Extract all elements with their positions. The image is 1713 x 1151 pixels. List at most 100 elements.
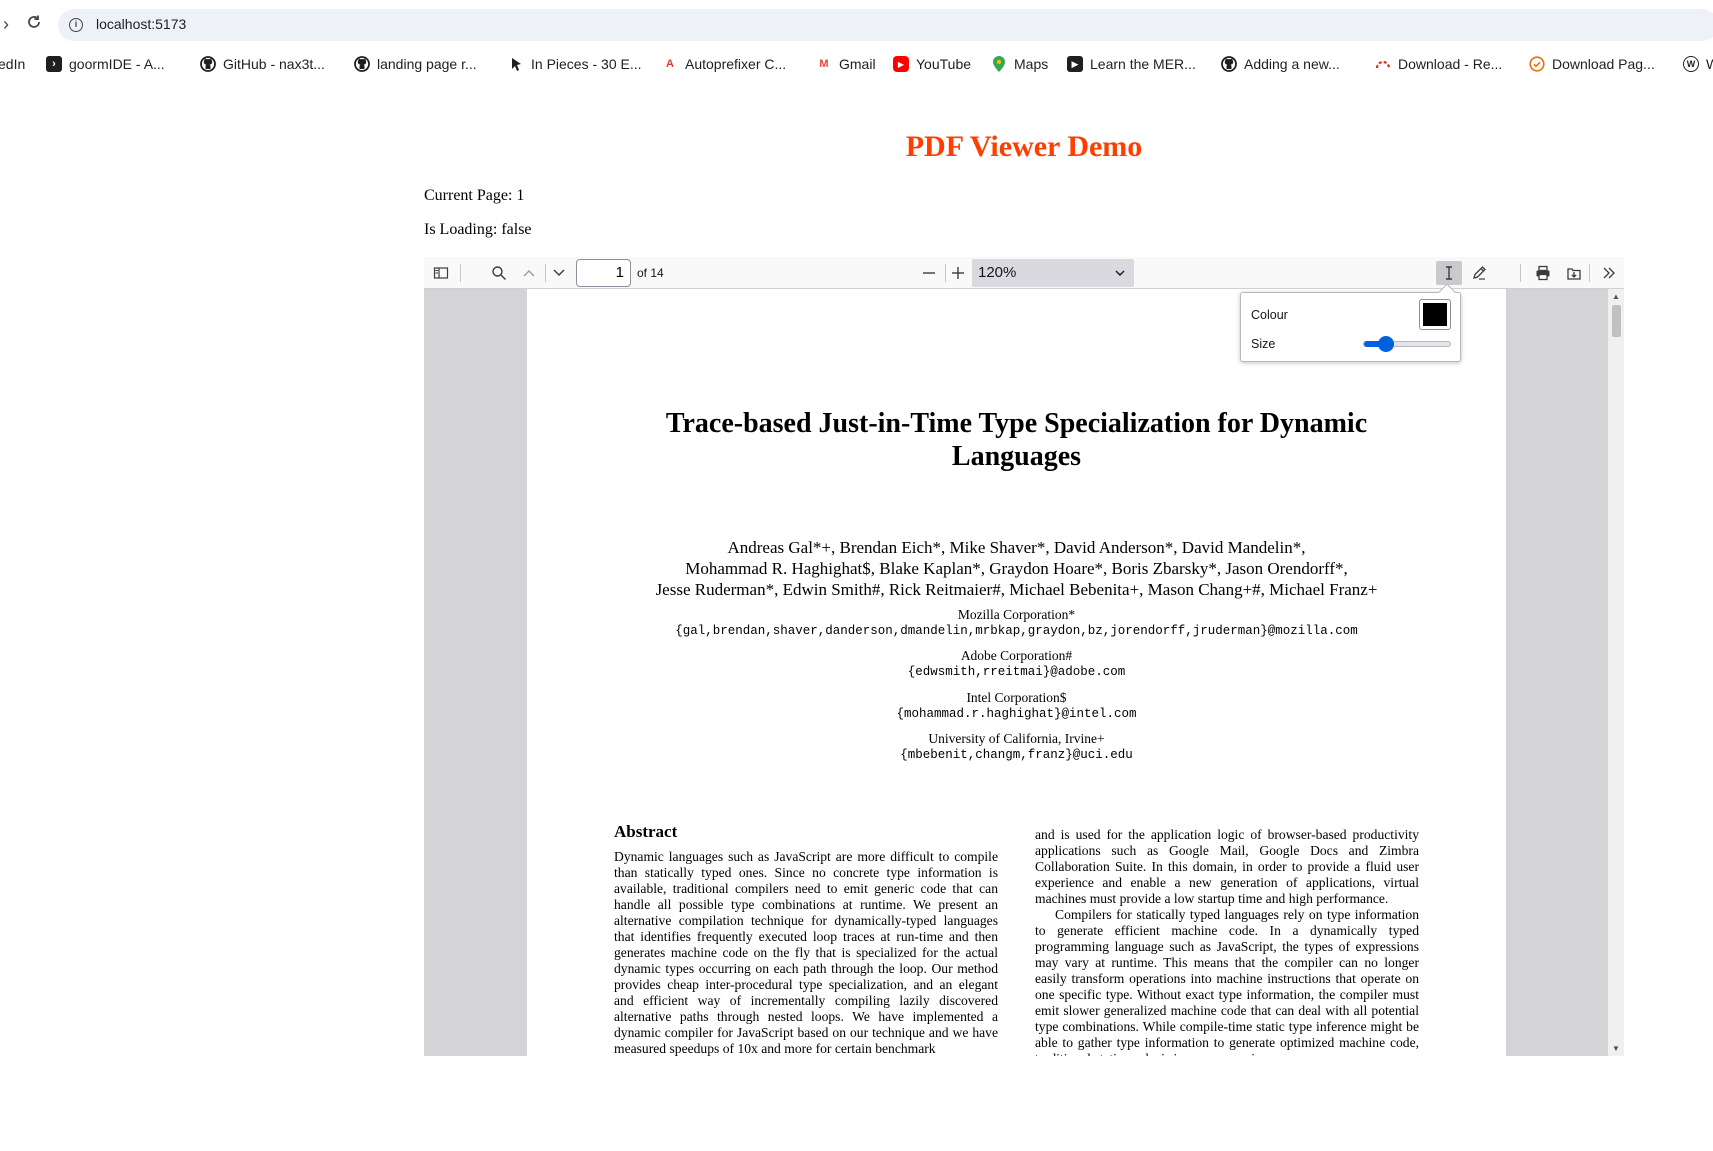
github-icon [200,56,216,72]
zoom-out-icon[interactable] [916,261,942,285]
youtube-icon: ▶ [893,56,909,72]
zoom-in-icon[interactable] [945,261,971,285]
forward-arrow-icon[interactable]: › [0,12,18,36]
page-number-input[interactable]: 1 [576,259,631,287]
arrow-cursor-icon [508,56,524,72]
gmail-icon: M [819,58,829,70]
colour-swatch [1423,303,1447,326]
bookmark-label: Download - Re... [1398,56,1503,72]
bookmark-label: YouTube [916,56,972,72]
colour-picker[interactable] [1419,299,1451,330]
github-icon [354,56,370,72]
bookmark-item[interactable]: Download Pag... [1529,54,1655,74]
authors-line: Jesse Ruderman*, Edwin Smith#, Rick Reit… [655,580,1378,599]
bookmark-item[interactable]: ▶ YouTube [893,54,971,74]
bookmark-item[interactable]: W W [1683,54,1713,74]
affiliation-block: Intel Corporation$ {mohammad.r.haghighat… [527,689,1506,723]
bookmark-item[interactable]: edIn [0,54,25,74]
affiliation-block: Mozilla Corporation* {gal,brendan,shaver… [527,606,1506,640]
bookmark-item[interactable]: Download - Re... [1375,54,1502,74]
editor-options-popup: Colour Size [1240,283,1461,362]
zoom-value: 120% [978,264,1017,281]
size-label: Size [1251,337,1276,351]
terminal-icon: › [46,56,62,72]
previous-page-icon[interactable] [516,261,542,285]
paper-title-line: Trace-based Just-in-Time Type Specializa… [665,408,1368,439]
bookmark-label: Gmail [839,56,876,72]
affiliation-email: {mohammad.r.haghighat}@intel.com [896,707,1137,721]
bookmark-item[interactable]: GitHub - nax3t... [200,54,325,74]
bookmark-label: goormIDE - A... [69,56,165,72]
bookmark-item[interactable]: In Pieces - 30 E... [508,54,642,74]
pdf-page: Trace-based Just-in-Time Type Specializa… [527,289,1506,1056]
toolbar-divider [1589,264,1590,282]
github-icon [1221,56,1237,72]
bookmark-item[interactable]: Maps [991,54,1048,74]
intro-paragraph: and is used for the application logic of… [1035,827,1419,906]
scroll-down-arrow-icon[interactable]: ▼ [1612,1044,1620,1053]
affiliation-email: {gal,brendan,shaver,danderson,dmandelin,… [675,624,1358,638]
wordpress-icon: W [1683,56,1699,72]
intro-paragraph: Compilers for statically typed languages… [1035,907,1419,1056]
text-annotation-icon[interactable] [1436,261,1462,285]
bookmark-item[interactable]: M Gmail [816,54,876,74]
loading-status-text: Is Loading: false [424,221,532,238]
download-icon[interactable] [1561,261,1587,285]
print-icon[interactable] [1530,261,1556,285]
toolbar-divider [1520,264,1521,282]
address-bar-row: › i localhost:5173 [0,0,1713,46]
reload-icon[interactable] [22,12,46,36]
bookmark-item[interactable]: A Autoprefixer C... [662,54,786,74]
bookmark-item[interactable]: Adding a new... [1221,54,1340,74]
affiliation-org: Mozilla Corporation* [957,607,1076,622]
omnibox[interactable]: i localhost:5173 [58,9,1713,41]
bookmark-label: Learn the MER... [1090,56,1196,72]
abstract-column: Dynamic languages such as JavaScript are… [614,849,998,1056]
pdf-scrollbar[interactable]: ▲ ▼ [1608,289,1624,1056]
affiliation-block: Adobe Corporation# {edwsmith,rreitmai}@a… [527,647,1506,681]
bookmark-label: Autoprefixer C... [685,56,787,72]
bookmark-label: GitHub - nax3t... [223,56,325,72]
bookmark-item[interactable]: landing page r... [354,54,477,74]
colour-label: Colour [1251,308,1288,322]
check-circle-icon [1529,56,1545,72]
authors-line: Andreas Gal*+, Brendan Eich*, Mike Shave… [727,538,1306,557]
affiliation-org: Intel Corporation$ [966,690,1067,705]
size-slider-handle[interactable] [1377,336,1394,352]
draw-pencil-icon[interactable] [1466,261,1492,285]
sidebar-toggle-icon[interactable] [428,261,454,285]
maps-pin-icon [991,56,1007,72]
affiliation-email: {edwsmith,rreitmai}@adobe.com [907,665,1126,679]
course-icon: ▶ [1067,56,1083,72]
url-text[interactable]: localhost:5173 [96,16,186,32]
bookmark-item[interactable]: ▶ Learn the MER... [1067,54,1196,74]
affiliation-org: University of California, Irvine+ [928,731,1105,746]
page-count-label: of 14 [637,266,664,280]
bookmark-label: Maps [1014,56,1049,72]
bookmark-label: W [1706,56,1713,72]
affiliation-org: Adobe Corporation# [960,648,1073,663]
paper-authors: Andreas Gal*+, Brendan Eich*, Mike Shave… [527,537,1506,600]
scroll-up-arrow-icon[interactable]: ▲ [1612,292,1620,301]
abstract-text: Dynamic languages such as JavaScript are… [614,849,998,1056]
autoprefixer-icon: A [666,58,674,70]
bookmark-label: landing page r... [377,56,477,72]
toolbar-divider [460,264,461,282]
current-page-text: Current Page: 1 [424,187,525,204]
page-title: PDF Viewer Demo [905,130,1143,163]
bookmarks-bar: edIn › goormIDE - A... GitHub - nax3t...… [0,46,1713,80]
pdf-toolbar: 1 of 14 120% [424,257,1624,289]
zoom-select[interactable]: 120% [972,259,1134,287]
bookmark-item[interactable]: › goormIDE - A... [46,54,165,74]
authors-line: Mohammad R. Haghighat$, Blake Kaplan*, G… [685,559,1348,578]
next-page-icon[interactable] [546,261,572,285]
more-tools-icon[interactable] [1596,261,1622,285]
affiliation-email: {mbebenit,changm,franz}@uci.edu [900,748,1133,762]
abstract-heading: Abstract [614,822,678,841]
redis-icon [1375,56,1391,72]
bookmark-label: edIn [0,56,26,72]
site-info-icon[interactable]: i [69,18,83,32]
scrollbar-thumb[interactable] [1612,305,1621,337]
size-slider[interactable] [1363,336,1451,352]
search-icon[interactable] [486,261,512,285]
